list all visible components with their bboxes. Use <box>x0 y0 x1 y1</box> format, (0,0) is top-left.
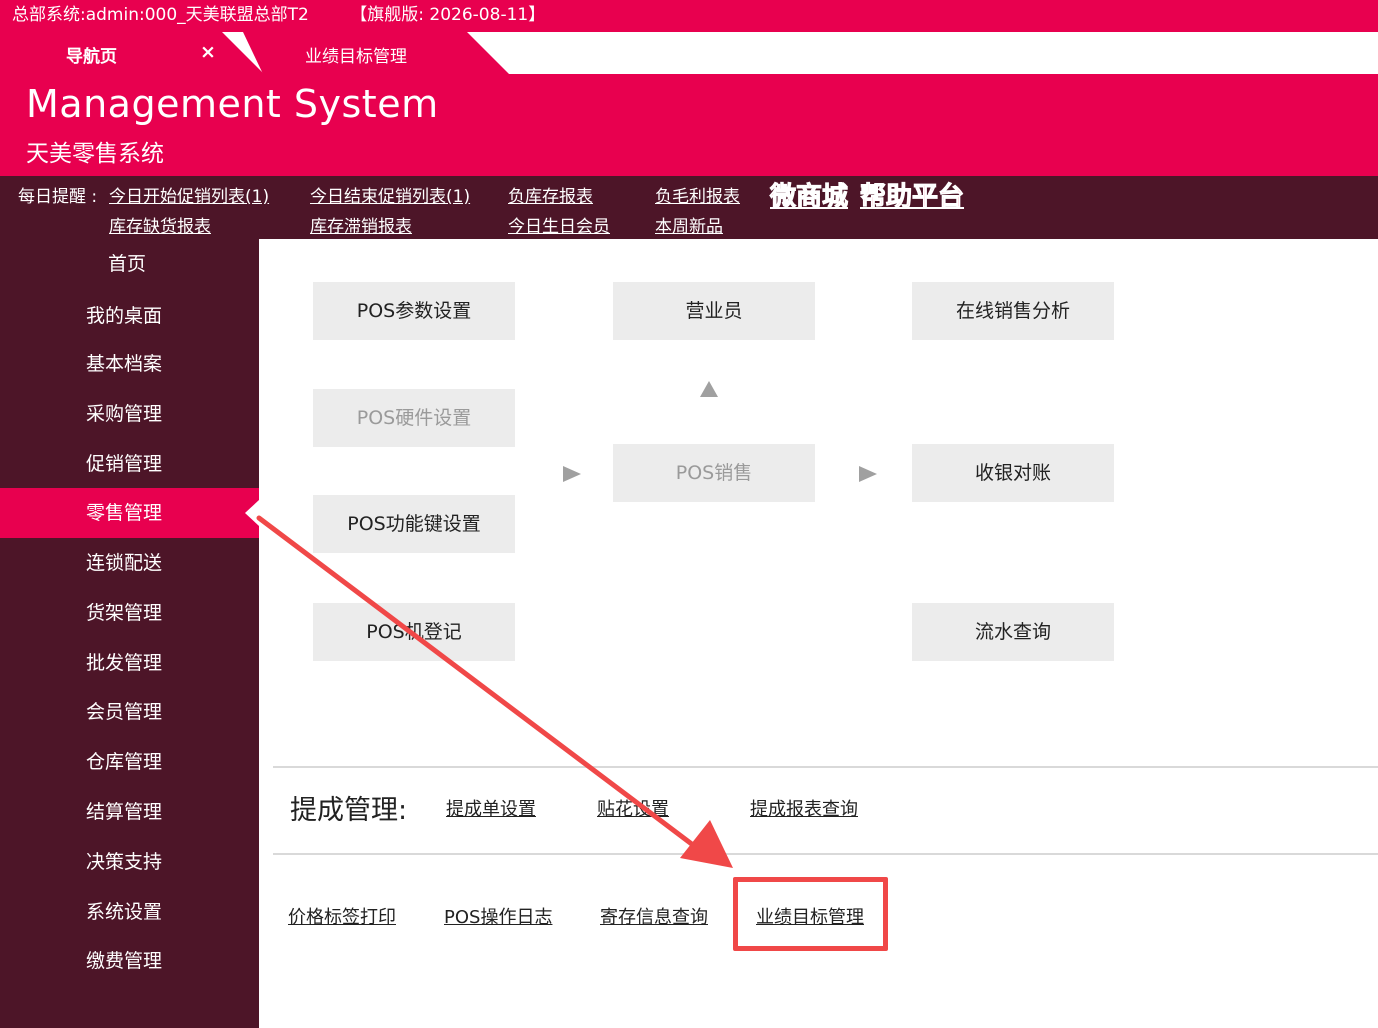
sidebar-item-shelf[interactable]: 货架管理 <box>0 588 259 638</box>
sidebar-item-system-settings[interactable]: 系统设置 <box>0 887 259 937</box>
price-label-print-link[interactable]: 价格标签打印 <box>288 903 396 929</box>
sidebar-item-label: 批发管理 <box>86 652 163 674</box>
cash-reconcile-button[interactable]: 收银对账 <box>912 444 1114 502</box>
reminder-link-new-products[interactable]: 本周新品 <box>655 212 723 237</box>
pos-params-button[interactable]: POS参数设置 <box>313 282 515 340</box>
sidebar-item-payment[interactable]: 缴费管理 <box>0 936 259 986</box>
edition-label: 【旗舰版: 2026-08-11】 <box>350 5 546 25</box>
pos-operation-log-link[interactable]: POS操作日志 <box>444 903 552 929</box>
pos-sales-button[interactable]: POS销售 <box>613 444 815 502</box>
brand-subtitle: 天美零售系统 <box>26 141 164 167</box>
pos-register-button[interactable]: POS机登记 <box>313 603 515 661</box>
sidebar-item-warehouse[interactable]: 仓库管理 <box>0 737 259 787</box>
sidebar-item-label: 会员管理 <box>86 701 163 723</box>
commission-sheet-settings-link[interactable]: 提成单设置 <box>446 795 536 821</box>
sidebar-item-chain-distribution[interactable]: 连锁配送 <box>0 538 259 588</box>
reminder-link-promo-start[interactable]: 今日开始促销列表(1) <box>109 182 269 207</box>
flow-arrow-up-icon <box>700 381 718 397</box>
help-platform-link[interactable]: 帮助平台 <box>859 176 964 213</box>
sidebar-item-label: 决策支持 <box>86 851 163 873</box>
sidebar-item-label: 系统设置 <box>86 901 163 923</box>
commission-report-query-link[interactable]: 提成报表查询 <box>750 795 858 821</box>
sticker-settings-link[interactable]: 贴花设置 <box>597 795 669 821</box>
pos-hardware-button[interactable]: POS硬件设置 <box>313 389 515 447</box>
sidebar-item-label: 缴费管理 <box>86 950 163 972</box>
sidebar-item-my-desktop[interactable]: 我的桌面 <box>0 291 259 341</box>
flow-arrow-right-icon <box>563 466 581 482</box>
window-title: 总部系统:admin:000_天美联盟总部T2 <box>12 5 309 25</box>
close-icon[interactable]: × <box>200 41 216 63</box>
reminder-link-promo-end[interactable]: 今日结束促销列表(1) <box>310 182 470 207</box>
brand-header: Management System 天美零售系统 <box>0 74 1378 176</box>
flow-arrow-right-icon <box>859 466 877 482</box>
reminder-link-stock-shortage[interactable]: 库存缺货报表 <box>109 212 211 237</box>
deposit-info-query-link[interactable]: 寄存信息查询 <box>600 903 708 929</box>
section-divider <box>273 766 1378 768</box>
sidebar-item-label: 连锁配送 <box>86 552 163 574</box>
reminder-link-negative-margin[interactable]: 负毛利报表 <box>655 182 740 207</box>
daily-reminder-bar: 每日提醒 : 今日开始促销列表(1) 今日结束促销列表(1) 负库存报表 负毛利… <box>0 176 1378 239</box>
online-sales-analysis-button[interactable]: 在线销售分析 <box>912 282 1114 340</box>
sidebar-item-home[interactable]: 首页 <box>0 239 259 289</box>
sidebar-item-label: 仓库管理 <box>86 751 163 773</box>
sidebar-item-decision-support[interactable]: 决策支持 <box>0 837 259 887</box>
tab-navigation[interactable]: 导航页 × <box>0 32 264 74</box>
sidebar-item-label: 首页 <box>108 253 147 275</box>
daily-reminder-label: 每日提醒 : <box>18 187 98 207</box>
reminder-link-negative-stock[interactable]: 负库存报表 <box>508 182 593 207</box>
tab-performance-target-label: 业绩目标管理 <box>305 47 407 67</box>
sidebar-item-retail[interactable]: 零售管理 <box>0 488 259 538</box>
sidebar-item-label: 我的桌面 <box>86 305 163 327</box>
tab-bar: 导航页 × 业绩目标管理 <box>0 32 1378 74</box>
sidebar: 首页 我的桌面 基本档案 采购管理 促销管理 零售管理 连锁配送 货架管理 批发… <box>0 239 259 1028</box>
section-divider <box>273 853 1378 855</box>
sidebar-item-purchase[interactable]: 采购管理 <box>0 389 259 439</box>
sidebar-item-label: 零售管理 <box>86 502 163 524</box>
sidebar-item-label: 结算管理 <box>86 801 163 823</box>
sidebar-item-promotion[interactable]: 促销管理 <box>0 439 259 489</box>
sidebar-item-label: 基本档案 <box>86 353 163 375</box>
tab-performance-target[interactable]: 业绩目标管理 <box>243 32 509 74</box>
sidebar-item-label: 采购管理 <box>86 403 163 425</box>
reminder-link-birthday-members[interactable]: 今日生日会员 <box>508 212 610 237</box>
sidebar-item-wholesale[interactable]: 批发管理 <box>0 638 259 688</box>
tab-navigation-label: 导航页 <box>66 47 117 67</box>
sidebar-item-label: 促销管理 <box>86 453 163 475</box>
sidebar-item-label: 货架管理 <box>86 602 163 624</box>
sidebar-item-basic-archive[interactable]: 基本档案 <box>0 339 259 389</box>
window-title-bar: 总部系统:admin:000_天美联盟总部T2 【旗舰版: 2026-08-11… <box>0 0 1378 32</box>
sidebar-item-settlement[interactable]: 结算管理 <box>0 787 259 837</box>
pos-function-keys-button[interactable]: POS功能键设置 <box>313 495 515 553</box>
micro-mall-link[interactable]: 微商城 <box>769 176 848 213</box>
highlight-box <box>733 877 888 951</box>
flow-query-button[interactable]: 流水查询 <box>912 603 1114 661</box>
sidebar-item-member[interactable]: 会员管理 <box>0 687 259 737</box>
brand-title: Management System <box>26 82 439 126</box>
salesperson-button[interactable]: 营业员 <box>613 282 815 340</box>
commission-section-title: 提成管理: <box>290 795 408 826</box>
reminder-link-slow-moving[interactable]: 库存滞销报表 <box>310 212 412 237</box>
